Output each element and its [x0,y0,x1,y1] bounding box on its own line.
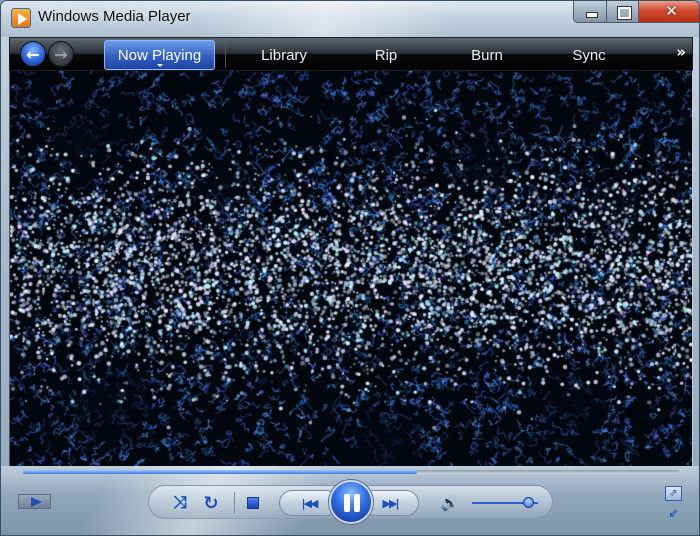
controls-divider [234,492,235,514]
switch-view-icon: ⇗ [669,488,678,499]
volume-slider[interactable] [472,497,538,508]
repeat-button[interactable]: ↻ [200,492,222,514]
tab-sync[interactable]: Sync [556,40,622,70]
close-icon: ✕ [665,2,678,20]
seek-bar-progress [23,470,417,474]
window-title: Windows Media Player [38,8,191,25]
mute-button[interactable]: 🔊 [439,493,461,513]
tab-now-playing[interactable]: Now Playing [104,40,215,70]
arrow-right-icon: → [54,44,68,64]
tab-burn[interactable]: Burn [452,40,522,70]
more-tabs-icon[interactable]: » [676,43,686,61]
close-button[interactable]: ✕ [639,1,699,23]
pause-icon-bar [354,494,360,512]
back-button[interactable]: ← [20,41,46,67]
shuffle-icon: ⤨ [173,493,187,513]
next-icon: ▶▶| [382,496,400,510]
compact-mode-icon: ⇙ [668,506,679,520]
navigation-bar: ← → Now Playing Library Rip Burn Sync » [9,37,693,71]
speaker-icon: 🔊 [440,494,460,512]
tab-rip[interactable]: Rip [356,40,416,70]
pause-button[interactable] [329,480,373,524]
arrow-left-icon: ← [26,44,40,64]
visualization-area[interactable] [9,71,693,466]
repeat-icon: ↻ [203,492,219,514]
shuffle-button[interactable]: ⤨ [169,492,191,514]
compact-mode-button[interactable]: ⇙ [665,506,682,521]
media-player-window: Windows Media Player ✕ ← → Now Playing L… [0,0,700,536]
play-to-icon[interactable] [18,494,51,509]
stop-button[interactable] [247,497,259,509]
transport-controls: ⤨ ↻ |◀◀ ▶▶| 🔊 [148,480,553,524]
previous-icon: |◀◀ [301,496,319,510]
pause-icon [344,494,350,512]
playback-controls-area: ⤨ ↻ |◀◀ ▶▶| 🔊 ⇗ ⇙ [1,466,699,535]
seek-bar[interactable] [23,470,679,474]
media-player-icon [11,8,31,28]
nav-divider [225,42,226,68]
volume-slider-thumb[interactable] [523,497,535,508]
visualization-canvas [10,71,692,466]
forward-button[interactable]: → [48,41,74,67]
maximize-button[interactable] [607,1,639,23]
tab-library[interactable]: Library [234,40,334,70]
switch-to-library-button[interactable]: ⇗ [665,486,682,501]
minimize-button[interactable] [573,1,607,23]
caption-buttons: ✕ [573,1,699,23]
